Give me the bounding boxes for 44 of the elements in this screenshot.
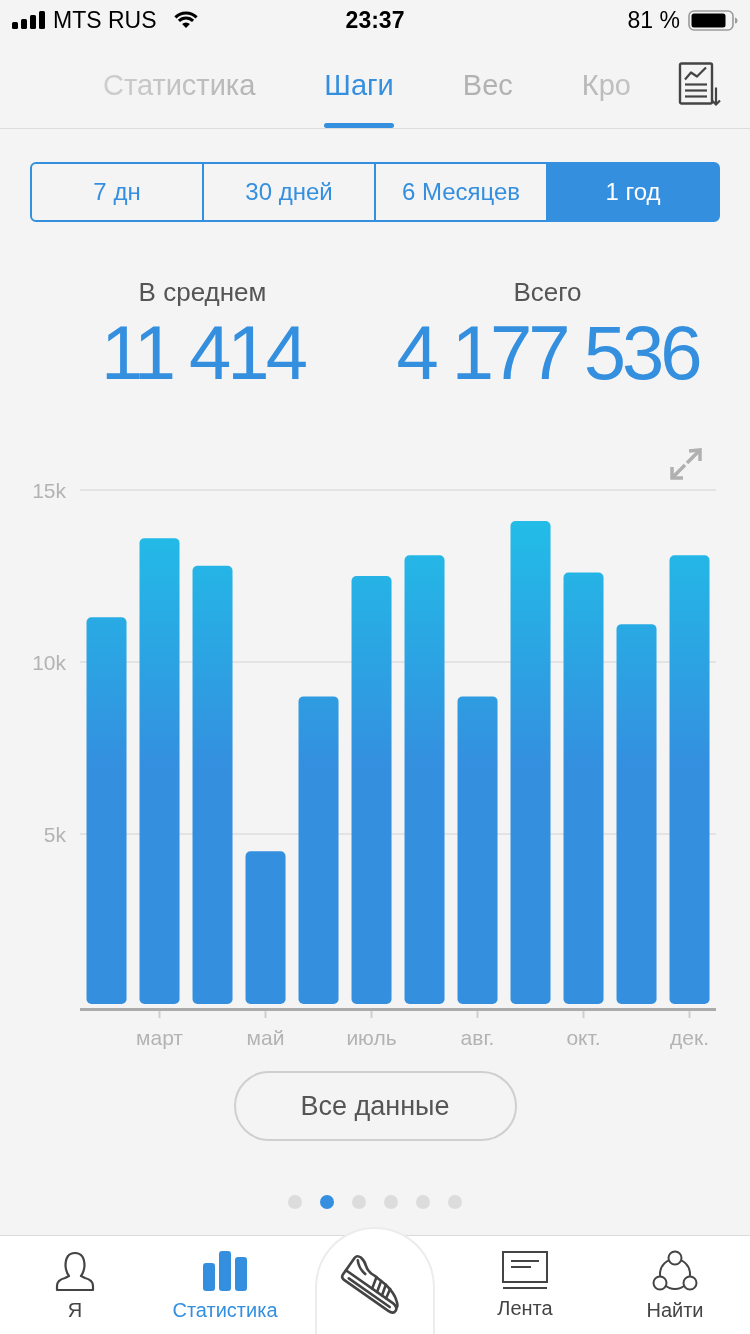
axis-label: март: [136, 1025, 183, 1049]
clock-time: 23:37: [345, 6, 405, 34]
page-dot-icon[interactable]: [384, 1195, 398, 1209]
tab[interactable]: Кро: [581, 40, 631, 128]
nav-tab[interactable]: Я: [53, 1236, 97, 1322]
axis-label: июль: [346, 1025, 397, 1049]
network-icon: [652, 1250, 698, 1292]
news-icon: [501, 1250, 549, 1290]
axis-label: авг.: [460, 1025, 495, 1049]
tab[interactable]: Статистика: [103, 40, 256, 128]
expand-icon[interactable]: [670, 448, 702, 480]
workout-button[interactable]: [315, 1227, 435, 1334]
axis-label: 10k: [32, 650, 66, 674]
battery-percent: 81 %: [627, 6, 680, 34]
axis-label: май: [246, 1025, 285, 1049]
page-dot-icon[interactable]: [416, 1195, 430, 1209]
axis-label: 5k: [43, 822, 66, 846]
carrier-name: MTS RUS: [53, 6, 157, 34]
all-data-button[interactable]: Все данные: [233, 1071, 517, 1141]
axis-label: 15k: [32, 478, 66, 502]
period-tab[interactable]: 7 дн: [30, 162, 204, 222]
battery-icon: [688, 9, 738, 31]
page-dot-icon[interactable]: [448, 1195, 462, 1209]
axis-label: дек.: [670, 1025, 709, 1049]
bar-chart-icon: [203, 1250, 247, 1292]
signal-icon: [12, 11, 45, 29]
page-dot-icon[interactable]: [320, 1195, 334, 1209]
summary-label: В среднем: [138, 277, 267, 307]
page-dot-icon[interactable]: [352, 1195, 366, 1209]
summary-value: 11 414: [101, 313, 304, 393]
page-dot-icon[interactable]: [288, 1195, 302, 1209]
tab[interactable]: Шаги: [324, 40, 394, 128]
period-tab[interactable]: 1 год: [546, 162, 720, 222]
period-tab[interactable]: 30 дней: [202, 162, 376, 222]
tab[interactable]: Вес: [462, 40, 513, 128]
nav-tab[interactable]: Лента: [495, 1236, 555, 1320]
summary-label: Всего: [513, 277, 582, 307]
chart-report-icon[interactable]: [678, 61, 722, 107]
summary-value: 4 177 536: [396, 313, 699, 393]
nav-tab[interactable]: Статистика: [170, 1236, 280, 1322]
nav-tab[interactable]: Найти: [644, 1236, 706, 1322]
person-icon: [55, 1250, 95, 1292]
axis-label: окт.: [566, 1025, 601, 1049]
wifi-icon: [172, 11, 199, 29]
